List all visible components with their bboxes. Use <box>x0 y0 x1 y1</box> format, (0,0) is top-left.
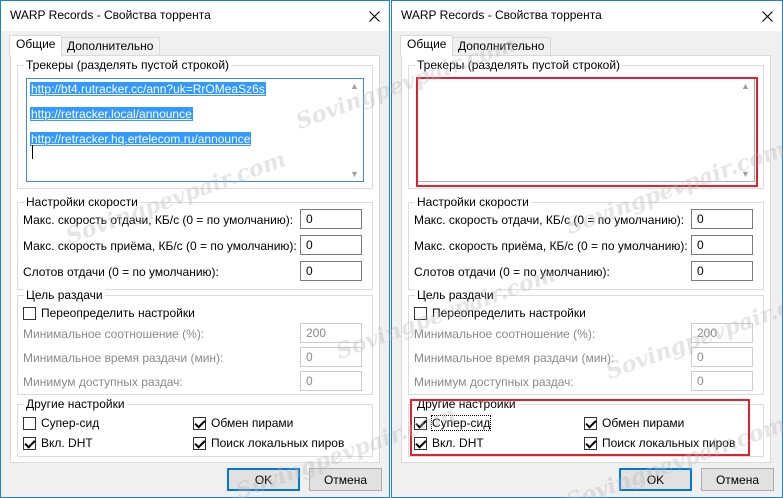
title-bar: WARP Records - Свойства торрента <box>1 1 389 31</box>
min-ratio-input[interactable]: 200 <box>691 323 753 343</box>
min-seeds-label: Минимум доступных раздач: <box>414 375 574 389</box>
upload-limit-input[interactable]: 0 <box>691 209 753 229</box>
seeding-group: Цель раздачи Переопределить настройки Ми… <box>17 288 373 395</box>
seeding-legend: Цель раздачи <box>415 288 496 302</box>
scroll-down-icon[interactable]: ▼ <box>350 169 359 179</box>
min-time-label: Минимальное время раздачи (мин): <box>23 351 224 365</box>
lpd-label: Поиск локальных пиров <box>211 436 345 450</box>
tracker-line: http://retracker.local/announce <box>30 107 193 121</box>
torrent-properties-dialog-before: WARP Records - Свойства торрента Общие Д… <box>0 0 390 498</box>
window-title: WARP Records - Свойства торрента <box>10 8 211 22</box>
lpd-checkbox[interactable]: Поиск локальных пиров <box>193 436 344 450</box>
checkmark-icon[interactable] <box>193 416 206 430</box>
min-seeds-input[interactable]: 0 <box>691 371 753 391</box>
checkbox-box[interactable] <box>23 416 36 430</box>
trackers-textarea[interactable]: http://bt4.rutracker.cc/ann?uk=RrOMeaSz6… <box>26 78 364 182</box>
download-limit-label: Макс. скорость приёма, КБ/с (0 = по умол… <box>23 239 297 253</box>
tab-general[interactable]: Общие <box>9 35 63 56</box>
min-time-input[interactable]: 0 <box>300 347 362 367</box>
override-label: Переопределить настройки <box>432 306 586 320</box>
tracker-line: http://retracker.hq.ertelecom.ru/announc… <box>30 132 252 146</box>
checkmark-icon[interactable] <box>193 436 206 450</box>
ok-button[interactable]: OK <box>227 468 300 491</box>
upload-slots-input[interactable]: 0 <box>300 261 362 281</box>
upload-slots-label: Слотов отдачи (0 = по умолчанию): <box>414 265 610 279</box>
close-icon <box>761 10 773 22</box>
tab-panel-general: Трекеры (разделять пустой строкой) http:… <box>10 55 380 463</box>
tracker-line: http://bt4.rutracker.cc/ann?uk=RrOMeaSz6… <box>30 82 266 96</box>
min-time-label: Минимальное время раздачи (мин): <box>414 351 615 365</box>
speed-legend: Настройки скорости <box>415 195 531 209</box>
min-seeds-label: Минимум доступных раздач: <box>23 375 183 389</box>
trackers-highlight <box>416 77 758 187</box>
upload-limit-input[interactable]: 0 <box>300 209 362 229</box>
min-time-input[interactable]: 0 <box>691 347 753 367</box>
upload-slots-label: Слотов отдачи (0 = по умолчанию): <box>23 265 219 279</box>
override-label: Переопределить настройки <box>41 306 195 320</box>
text-caret <box>32 145 33 159</box>
close-button[interactable] <box>359 1 389 31</box>
pex-checkbox[interactable]: Обмен пирами <box>193 416 293 430</box>
upload-slots-input[interactable]: 0 <box>691 261 753 281</box>
speed-legend: Настройки скорости <box>24 195 140 209</box>
trackers-legend: Трекеры (разделять пустой строкой) <box>24 58 232 72</box>
ok-button[interactable]: OK <box>619 468 692 491</box>
min-ratio-label: Минимальное соотношение (%): <box>414 327 596 341</box>
min-seeds-input[interactable]: 0 <box>300 371 362 391</box>
cancel-button[interactable]: Отмена <box>701 468 774 491</box>
checkmark-icon[interactable] <box>23 436 36 450</box>
close-button[interactable] <box>752 1 782 31</box>
override-checkbox[interactable]: Переопределить настройки <box>23 306 195 320</box>
torrent-properties-dialog-after: WARP Records - Свойства торрента Общие Д… <box>391 0 783 498</box>
upload-limit-label: Макс. скорость отдачи, КБ/с (0 = по умол… <box>414 213 685 227</box>
seeding-legend: Цель раздачи <box>24 288 105 302</box>
seeding-group: Цель раздачи Переопределить настройки Ми… <box>408 288 764 395</box>
trackers-group: Трекеры (разделять пустой строкой) http:… <box>17 58 373 189</box>
min-ratio-input[interactable]: 200 <box>300 323 362 343</box>
tab-advanced[interactable]: Дополнительно <box>451 37 552 55</box>
upload-limit-label: Макс. скорость отдачи, КБ/с (0 = по умол… <box>23 213 294 227</box>
tab-general[interactable]: Общие <box>400 35 454 56</box>
download-limit-input[interactable]: 0 <box>691 235 753 255</box>
trackers-legend: Трекеры (разделять пустой строкой) <box>415 58 623 72</box>
other-settings-group: Другие настройки Супер-сид Обмен пирами … <box>17 397 373 457</box>
close-icon <box>368 10 380 22</box>
download-limit-input[interactable]: 0 <box>300 235 362 255</box>
trackers-scrollbar[interactable]: ▲ ▼ <box>346 79 363 181</box>
scroll-up-icon[interactable]: ▲ <box>350 81 359 91</box>
other-legend: Другие настройки <box>24 397 127 411</box>
checkbox-box[interactable] <box>23 306 36 320</box>
superseed-label: Супер-сид <box>41 416 100 430</box>
window-title: WARP Records - Свойства торрента <box>401 8 602 22</box>
speed-group: Настройки скорости Макс. скорость отдачи… <box>17 195 373 290</box>
min-ratio-label: Минимальное соотношение (%): <box>23 327 205 341</box>
title-bar: WARP Records - Свойства торрента <box>392 1 782 31</box>
dht-label: Вкл. DHT <box>41 436 93 450</box>
download-limit-label: Макс. скорость приёма, КБ/с (0 = по умол… <box>414 239 688 253</box>
override-checkbox[interactable]: Переопределить настройки <box>414 306 586 320</box>
other-settings-highlight <box>410 399 750 456</box>
superseed-checkbox[interactable]: Супер-сид <box>23 416 99 430</box>
dht-checkbox[interactable]: Вкл. DHT <box>23 436 93 450</box>
pex-label: Обмен пирами <box>211 416 294 430</box>
checkbox-box[interactable] <box>414 306 427 320</box>
speed-group: Настройки скорости Макс. скорость отдачи… <box>408 195 764 290</box>
cancel-button[interactable]: Отмена <box>309 468 382 491</box>
tab-advanced[interactable]: Дополнительно <box>60 37 161 55</box>
